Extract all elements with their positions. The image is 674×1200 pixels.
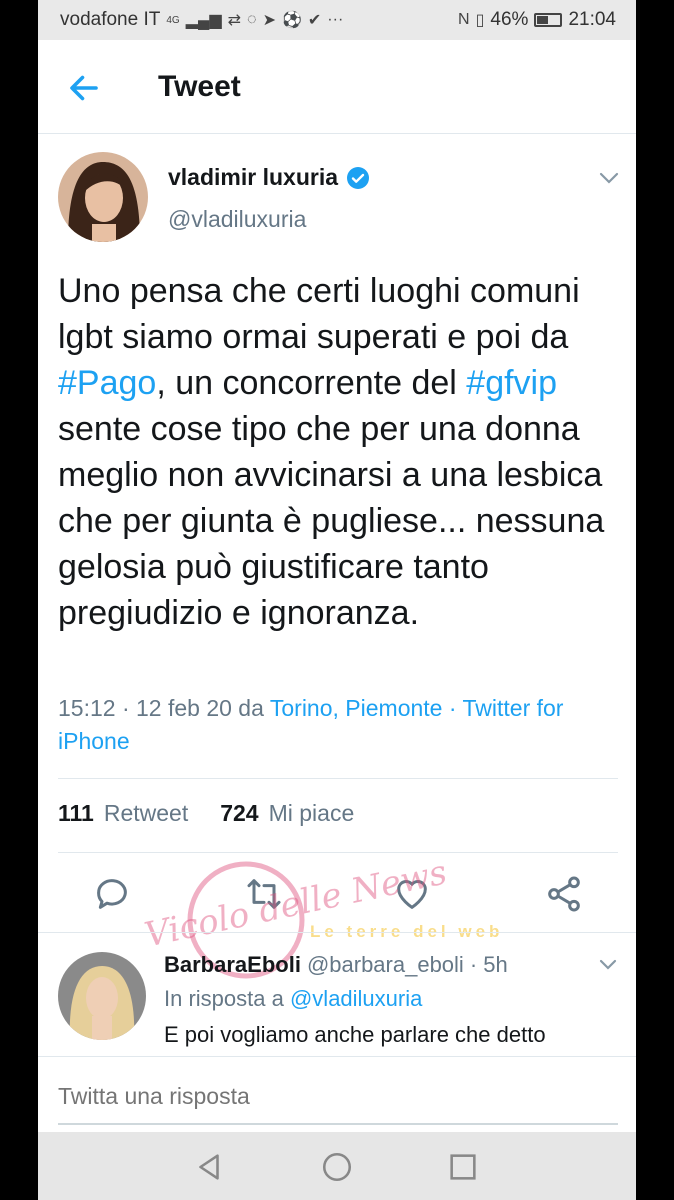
carrier-label: vodafone IT — [60, 9, 161, 30]
tweet-text-part: sente cose tipo che per una donna meglio… — [58, 410, 605, 632]
divider — [58, 852, 618, 853]
reply-input[interactable] — [58, 1083, 598, 1110]
tweet-text-part: , un concorrente del — [156, 364, 467, 402]
tweet-stats: 111 Retweet 724 Mi piace — [58, 800, 354, 827]
input-underline — [58, 1123, 618, 1125]
network-type-icon: 4G — [166, 14, 180, 26]
status-bar: vodafone IT 4G ▂▄▆ ⇄ ◌ ➤ ⚽ ✔ ··· N ▯ 46%… — [38, 0, 636, 40]
hashtag-pago[interactable]: #Pago — [58, 364, 156, 402]
meta-separator: · — [442, 695, 463, 721]
author-handle[interactable]: @vladiluxuria — [168, 206, 306, 233]
tweet-source-cont[interactable]: iPhone — [58, 728, 130, 754]
check-icon: ✔ — [307, 12, 322, 29]
retweet-label[interactable]: Retweet — [104, 800, 188, 827]
back-triangle-icon[interactable] — [192, 1150, 226, 1184]
author-name-row: vladimir luxuria — [168, 164, 370, 191]
reply-author-handle[interactable]: @barbara_eboli — [307, 952, 464, 978]
reply-avatar[interactable] — [58, 952, 146, 1040]
tweet-timestamp: 15:12 · 12 feb 20 da — [58, 695, 270, 721]
recents-square-icon[interactable] — [446, 1150, 480, 1184]
arrow-left-icon[interactable] — [66, 70, 102, 106]
tweet-text-part: Uno pensa che certi luoghi comuni lgbt s… — [58, 272, 580, 356]
in-reply-label: In risposta a — [164, 986, 284, 1011]
reply-icon[interactable] — [92, 874, 132, 914]
more-icon: ··· — [327, 11, 344, 28]
battery-fill — [537, 16, 549, 24]
tweet-text: Uno pensa che certi luoghi comuni lgbt s… — [58, 268, 618, 636]
reply-context: In risposta a @vladiluxuria — [164, 986, 422, 1012]
home-circle-icon[interactable] — [320, 1150, 354, 1184]
chevron-down-icon[interactable] — [598, 958, 618, 972]
tweet-meta: 15:12 · 12 feb 20 da Torino, Piemonte · … — [58, 692, 618, 758]
whatsapp-icon: ◌ — [247, 11, 257, 28]
battery-percent: 46% — [490, 9, 529, 30]
reply-author-name[interactable]: BarbaraEboli — [164, 952, 301, 978]
like-label[interactable]: Mi piace — [269, 800, 355, 827]
app-header: Tweet — [38, 40, 636, 134]
reply-separator — [38, 932, 636, 933]
phone-screen: vodafone IT 4G ▂▄▆ ⇄ ◌ ➤ ⚽ ✔ ··· N ▯ 46%… — [38, 0, 636, 1200]
system-nav-bar — [38, 1132, 636, 1200]
vibrate-icon: ▯ — [475, 12, 485, 29]
author-name[interactable]: vladimir luxuria — [168, 164, 338, 191]
retweet-icon[interactable] — [244, 874, 284, 914]
divider — [58, 778, 618, 779]
verified-badge-icon — [347, 166, 370, 189]
stat-spacer — [198, 800, 210, 827]
in-reply-handle[interactable]: @vladiluxuria — [290, 986, 422, 1011]
page-title: Tweet — [158, 70, 241, 103]
status-left: vodafone IT 4G ▂▄▆ ⇄ ◌ ➤ ⚽ ✔ ··· — [60, 9, 343, 31]
reply-compose-bar — [38, 1056, 636, 1132]
reply-text: E poi vogliamo anche parlare che detto — [164, 1022, 546, 1047]
tweet-actions — [38, 870, 636, 920]
tweet-source[interactable]: Twitter for — [463, 695, 564, 721]
signal-icon: ▂▄▆ — [185, 12, 222, 29]
telegram-icon: ➤ — [262, 12, 276, 29]
reply-time: · 5h — [469, 952, 508, 977]
author-avatar[interactable] — [58, 152, 148, 242]
tweet-location[interactable]: Torino, Piemonte — [270, 695, 443, 721]
chevron-down-icon[interactable] — [598, 170, 620, 186]
reply-header: BarbaraEboli @barbara_eboli · 5h — [164, 952, 508, 978]
ball-icon: ⚽ — [281, 12, 302, 29]
hashtag-gfvip[interactable]: #gfvip — [466, 364, 557, 402]
heart-icon[interactable] — [392, 874, 432, 914]
nfc-icon: N — [458, 11, 470, 28]
like-count[interactable]: 724 — [220, 800, 258, 827]
status-right: N ▯ 46% 21:04 — [458, 9, 616, 31]
clock: 21:04 — [568, 9, 616, 30]
retweet-notif-icon: ⇄ — [227, 12, 242, 29]
share-icon[interactable] — [544, 874, 584, 914]
retweet-count[interactable]: 111 — [58, 800, 94, 827]
battery-icon — [534, 13, 563, 27]
